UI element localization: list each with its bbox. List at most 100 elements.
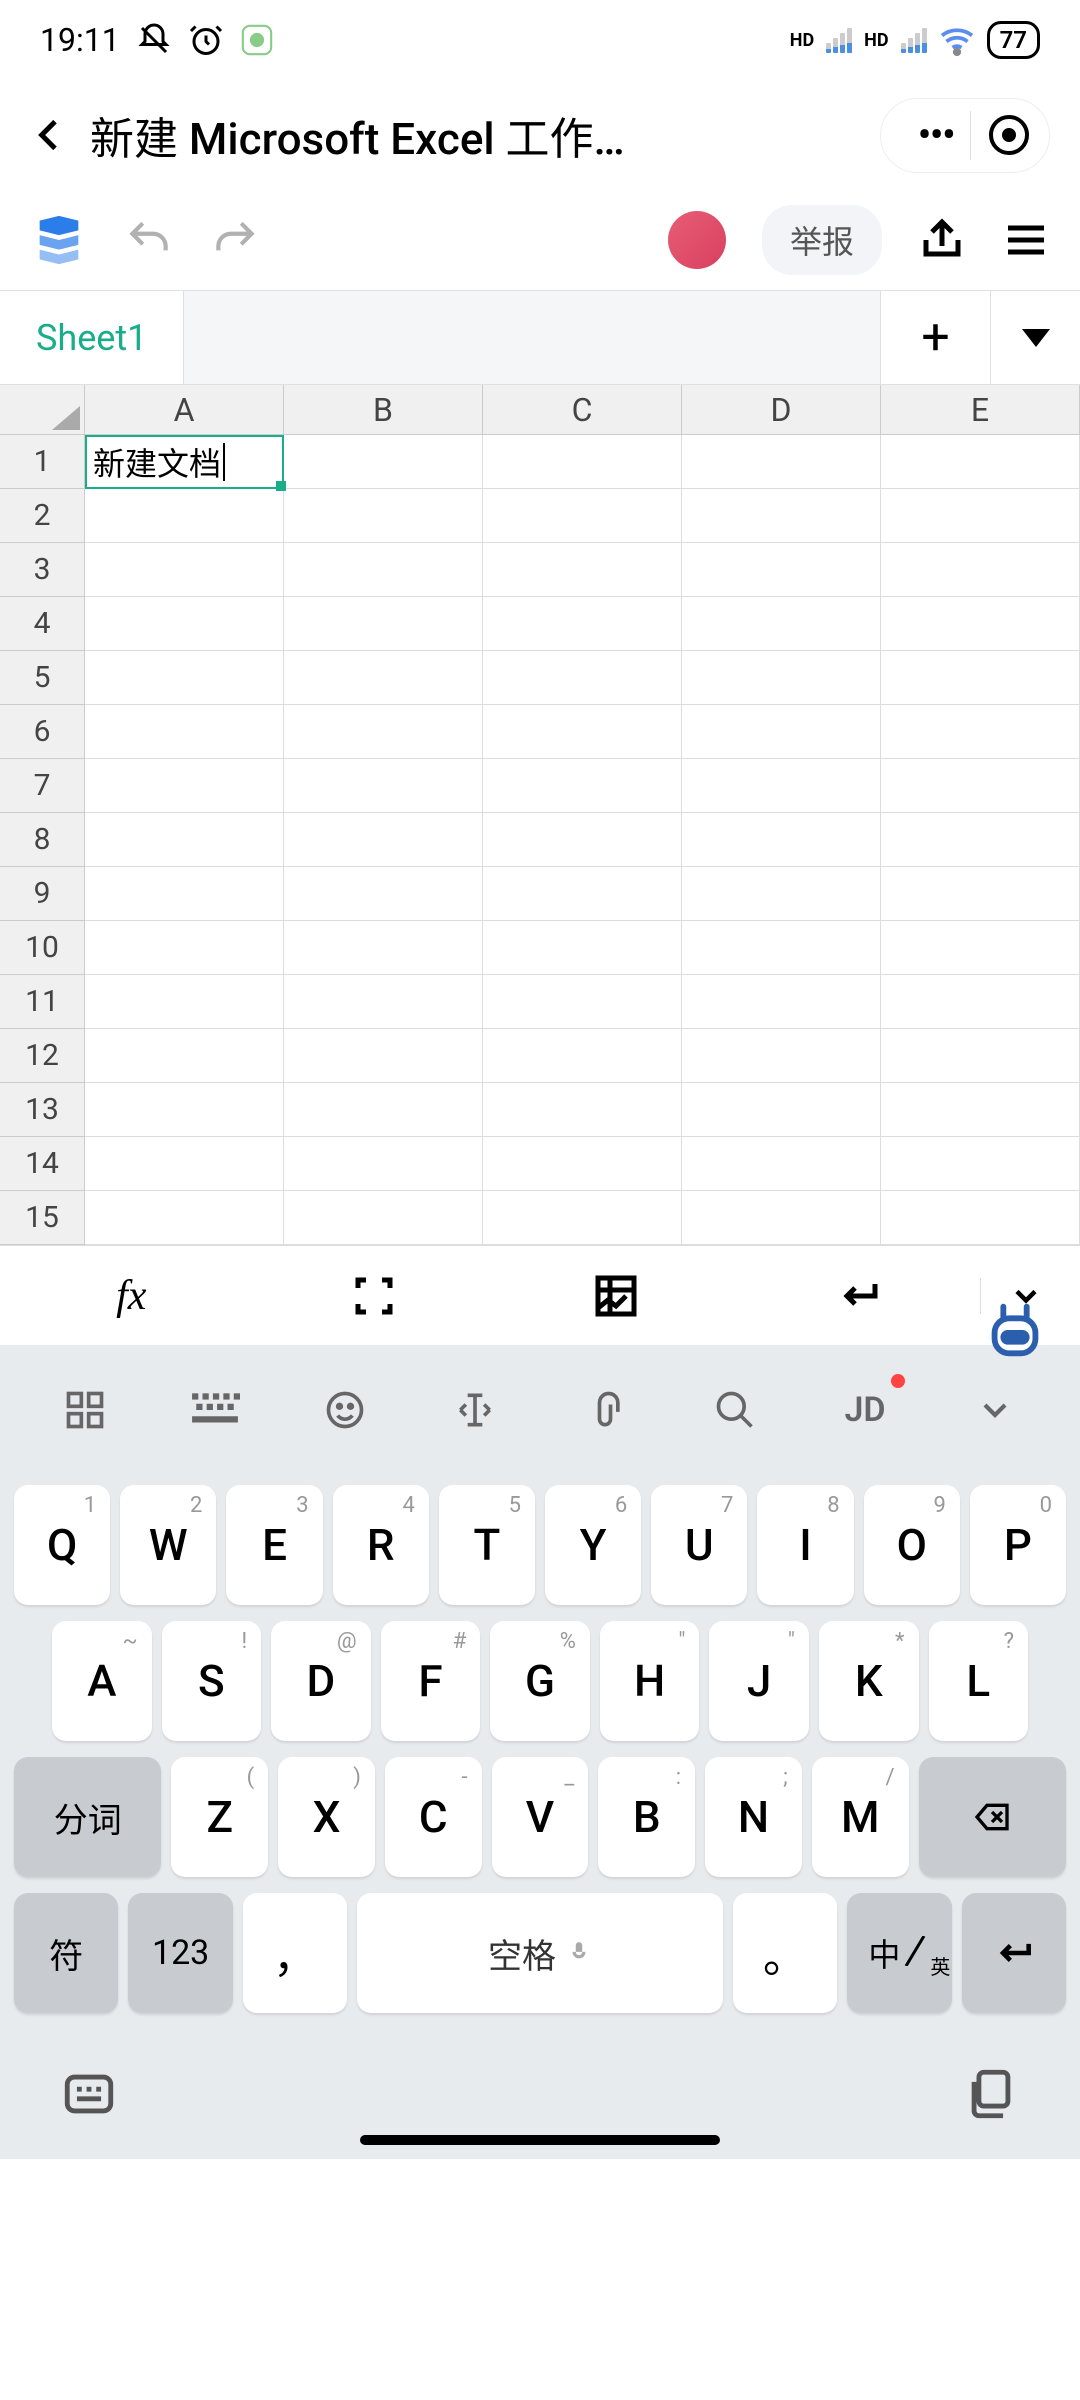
- undo-button[interactable]: [124, 215, 174, 265]
- row-header[interactable]: 6: [0, 705, 85, 759]
- cell[interactable]: [682, 921, 881, 975]
- cell[interactable]: [85, 597, 284, 651]
- cell[interactable]: [682, 1137, 881, 1191]
- key-l[interactable]: ?L: [929, 1621, 1029, 1741]
- key-z[interactable]: (Z: [171, 1757, 268, 1877]
- cell[interactable]: [483, 1137, 682, 1191]
- cell[interactable]: [284, 489, 483, 543]
- key-i[interactable]: 8I: [757, 1485, 853, 1605]
- cursor-icon[interactable]: [445, 1380, 505, 1440]
- cell[interactable]: [85, 705, 284, 759]
- image-button[interactable]: [495, 1272, 738, 1320]
- cell[interactable]: [284, 543, 483, 597]
- key-x[interactable]: )X: [278, 1757, 375, 1877]
- row-header[interactable]: 4: [0, 597, 85, 651]
- clipboard-icon[interactable]: [962, 2065, 1020, 2123]
- cell[interactable]: [85, 1191, 284, 1245]
- cell[interactable]: [682, 1083, 881, 1137]
- cell[interactable]: [682, 597, 881, 651]
- more-button[interactable]: •••: [901, 111, 971, 160]
- avatar[interactable]: [668, 211, 726, 269]
- cell[interactable]: [682, 705, 881, 759]
- key-c[interactable]: -C: [385, 1757, 482, 1877]
- row-header[interactable]: 8: [0, 813, 85, 867]
- cell[interactable]: [483, 921, 682, 975]
- back-button[interactable]: [30, 115, 70, 155]
- key-r[interactable]: 4R: [333, 1485, 429, 1605]
- cell[interactable]: [881, 921, 1080, 975]
- key-s[interactable]: !S: [162, 1621, 262, 1741]
- cell[interactable]: [881, 1191, 1080, 1245]
- fx-button[interactable]: fx: [10, 1272, 253, 1320]
- record-button[interactable]: [989, 115, 1029, 155]
- cell[interactable]: [284, 1029, 483, 1083]
- key-a[interactable]: ~A: [52, 1621, 152, 1741]
- cell[interactable]: [85, 759, 284, 813]
- menu-button[interactable]: [1002, 216, 1050, 264]
- jd-button[interactable]: JD: [835, 1380, 895, 1440]
- cell[interactable]: [682, 867, 881, 921]
- newline-button[interactable]: [738, 1272, 981, 1320]
- cell[interactable]: [85, 543, 284, 597]
- comma-key[interactable]: ，: [243, 1893, 347, 2013]
- row-header[interactable]: 15: [0, 1191, 85, 1245]
- cell[interactable]: [483, 813, 682, 867]
- cell-a1[interactable]: 新建文档: [85, 435, 284, 489]
- cell[interactable]: [284, 921, 483, 975]
- key-k[interactable]: *K: [819, 1621, 919, 1741]
- row-header[interactable]: 7: [0, 759, 85, 813]
- row-header[interactable]: 10: [0, 921, 85, 975]
- row-header[interactable]: 1: [0, 435, 85, 489]
- app-icon[interactable]: [30, 211, 88, 269]
- cell[interactable]: [85, 1083, 284, 1137]
- row-header[interactable]: 5: [0, 651, 85, 705]
- key-v[interactable]: _V: [492, 1757, 589, 1877]
- cell[interactable]: [881, 597, 1080, 651]
- col-header-b[interactable]: B: [284, 385, 483, 435]
- col-header-c[interactable]: C: [483, 385, 682, 435]
- cell[interactable]: [881, 489, 1080, 543]
- cell[interactable]: [483, 543, 682, 597]
- key-q[interactable]: 1Q: [14, 1485, 110, 1605]
- attachment-icon[interactable]: [575, 1380, 635, 1440]
- cell[interactable]: [881, 1137, 1080, 1191]
- cell[interactable]: [284, 759, 483, 813]
- cell[interactable]: [682, 435, 881, 489]
- number-key[interactable]: 123: [128, 1893, 232, 2013]
- scan-button[interactable]: [253, 1272, 496, 1320]
- cell[interactable]: [881, 435, 1080, 489]
- cell[interactable]: [284, 975, 483, 1029]
- cell[interactable]: [483, 1191, 682, 1245]
- row-header[interactable]: 11: [0, 975, 85, 1029]
- cell[interactable]: [881, 705, 1080, 759]
- cell[interactable]: [682, 651, 881, 705]
- cell[interactable]: [284, 705, 483, 759]
- cell[interactable]: [483, 489, 682, 543]
- cell[interactable]: [483, 597, 682, 651]
- emoji-icon[interactable]: [315, 1380, 375, 1440]
- cell[interactable]: [85, 867, 284, 921]
- cell[interactable]: [483, 867, 682, 921]
- cell[interactable]: [85, 975, 284, 1029]
- cell[interactable]: [483, 435, 682, 489]
- cell[interactable]: [881, 651, 1080, 705]
- key-d[interactable]: @D: [271, 1621, 371, 1741]
- cell[interactable]: [284, 435, 483, 489]
- cell[interactable]: [85, 489, 284, 543]
- cell[interactable]: [682, 489, 881, 543]
- cell[interactable]: [284, 1083, 483, 1137]
- col-header-e[interactable]: E: [881, 385, 1080, 435]
- grid-icon[interactable]: [55, 1380, 115, 1440]
- key-e[interactable]: 3E: [226, 1485, 322, 1605]
- cell[interactable]: [682, 1191, 881, 1245]
- cell[interactable]: [881, 1083, 1080, 1137]
- cell[interactable]: [284, 651, 483, 705]
- share-button[interactable]: [918, 216, 966, 264]
- key-m[interactable]: /M: [812, 1757, 909, 1877]
- key-o[interactable]: 9O: [864, 1485, 960, 1605]
- select-all-corner[interactable]: [0, 385, 85, 435]
- lang-key[interactable]: 中英: [847, 1893, 951, 2013]
- split-key[interactable]: 分词: [14, 1757, 161, 1877]
- cell[interactable]: [881, 543, 1080, 597]
- redo-button[interactable]: [210, 215, 260, 265]
